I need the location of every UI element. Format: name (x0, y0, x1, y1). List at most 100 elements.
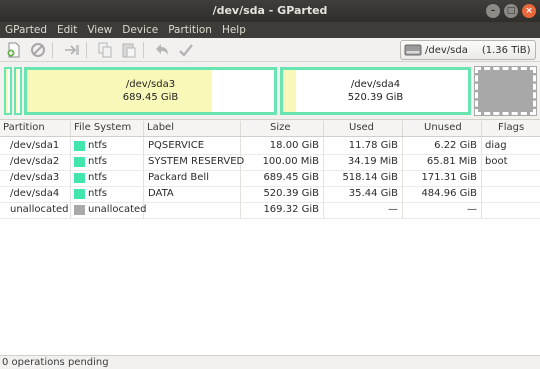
cell-size: 689.45 GiB (263, 172, 319, 183)
filesystem-color-swatch (74, 157, 85, 167)
delete-partition-button[interactable] (29, 41, 47, 59)
maximize-button[interactable]: □ (504, 4, 518, 18)
used-space-bar (6, 69, 9, 113)
used-space-bar (16, 69, 18, 113)
menu-bar: GParted Edit View Device Partition Help (0, 22, 540, 38)
partition-block-sda3[interactable]: /dev/sda3 689.45 GiB (24, 67, 277, 115)
menu-help[interactable]: Help (220, 22, 250, 38)
partition-block-sda1[interactable] (4, 67, 12, 115)
filesystem-color-swatch (74, 189, 85, 199)
minimize-button[interactable]: – (486, 4, 500, 18)
filesystem-color-swatch (74, 173, 85, 183)
column-separator (402, 121, 403, 136)
column-separator (70, 121, 71, 136)
column-header-used[interactable]: Used (349, 122, 374, 133)
cell-filesystem: ntfs (88, 172, 107, 183)
toolbar: /dev/sda (1.36 TiB) (0, 38, 540, 62)
column-header-filesystem[interactable]: File System (74, 122, 131, 133)
cell-unused: 484.96 GiB (421, 188, 477, 199)
cell-unused: 65.81 MiB (426, 156, 477, 167)
resize-move-button[interactable] (63, 41, 81, 59)
cell-flags: diag (485, 140, 507, 151)
table-row[interactable]: /dev/sda4 ntfs DATA 520.39 GiB 35.44 GiB… (0, 186, 540, 202)
unallocated-block[interactable] (474, 66, 537, 116)
cell-unused: 6.22 GiB (434, 140, 477, 151)
window-title: /dev/sda - GParted (212, 4, 328, 17)
new-document-icon (7, 42, 20, 58)
close-button[interactable]: × (522, 4, 536, 18)
cell-size: 100.00 MiB (262, 156, 319, 167)
partition-name: /dev/sda4 (350, 79, 401, 90)
cell-flags: boot (485, 156, 508, 167)
menu-partition[interactable]: Partition (166, 22, 216, 38)
toolbar-separator (143, 42, 144, 58)
cell-filesystem: unallocated (88, 204, 147, 215)
column-separator (143, 121, 144, 136)
partition-block-sda4[interactable]: /dev/sda4 520.39 GiB (280, 67, 471, 115)
partition-size: 520.39 GiB (347, 92, 404, 103)
copy-icon (98, 42, 112, 58)
column-header-partition[interactable]: Partition (3, 122, 45, 133)
device-size: (1.36 TiB) (481, 44, 531, 56)
copy-button[interactable] (96, 41, 114, 59)
partition-size: 689.45 GiB (122, 92, 179, 103)
partition-table: Partition File System Label Size Used Un… (0, 119, 540, 355)
cell-label: DATA (148, 188, 174, 199)
column-header-unused[interactable]: Unused (424, 122, 462, 133)
paste-button[interactable] (120, 41, 138, 59)
menu-gparted[interactable]: GParted (3, 22, 51, 38)
filesystem-color-swatch (74, 141, 85, 151)
partition-map: /dev/sda3 689.45 GiB /dev/sda4 520.39 Gi… (0, 64, 540, 116)
checkmark-icon (179, 44, 193, 57)
menu-view[interactable]: View (85, 22, 116, 38)
cell-size: 169.32 GiB (263, 204, 319, 215)
delete-icon (31, 43, 45, 57)
column-header-flags[interactable]: Flags (498, 122, 524, 133)
toolbar-separator (52, 42, 53, 58)
column-header-label[interactable]: Label (147, 122, 174, 133)
cell-partition: /dev/sda4 (10, 188, 60, 199)
cell-partition: /dev/sda3 (10, 172, 60, 183)
undo-button[interactable] (153, 41, 171, 59)
partition-block-sda2[interactable] (14, 67, 22, 115)
table-row[interactable]: /dev/sda3 ntfs Packard Bell 689.45 GiB 5… (0, 170, 540, 186)
new-partition-button[interactable] (5, 41, 23, 59)
table-row[interactable]: /dev/sda1 ntfs PQSERVICE 18.00 GiB 11.78… (0, 138, 540, 154)
apply-button[interactable] (177, 41, 195, 59)
cell-used: 35.44 GiB (348, 188, 398, 199)
column-separator (240, 121, 241, 136)
column-header-size[interactable]: Size (270, 122, 291, 133)
cell-size: 18.00 GiB (269, 140, 319, 151)
table-row[interactable]: unallocated unallocated 169.32 GiB — — (0, 202, 540, 218)
cell-used: 518.14 GiB (342, 172, 398, 183)
cell-filesystem: ntfs (88, 140, 107, 151)
table-row[interactable]: /dev/sda2 ntfs SYSTEM RESERVED 100.00 Mi… (0, 154, 540, 170)
cell-partition: /dev/sda1 (10, 140, 60, 151)
cell-label: PQSERVICE (148, 140, 205, 151)
cell-partition: unallocated (10, 204, 69, 215)
filesystem-color-swatch (74, 205, 85, 215)
cell-used: 11.78 GiB (348, 140, 398, 151)
resize-icon (65, 45, 79, 55)
column-separator (323, 121, 324, 136)
cell-partition: /dev/sda2 (10, 156, 60, 167)
device-selector[interactable]: /dev/sda (1.36 TiB) (400, 40, 536, 60)
partition-name: /dev/sda3 (125, 79, 176, 90)
cell-filesystem: ntfs (88, 156, 107, 167)
device-name: /dev/sda (425, 44, 468, 56)
undo-icon (156, 44, 168, 55)
cell-filesystem: ntfs (88, 188, 107, 199)
cell-used: 34.19 MiB (347, 156, 398, 167)
paste-icon (122, 43, 136, 58)
menu-edit[interactable]: Edit (55, 22, 81, 38)
status-bar: 0 operations pending (0, 355, 540, 369)
title-bar: /dev/sda - GParted – □ × (0, 0, 540, 22)
cell-used: — (388, 204, 398, 215)
hard-disk-icon (404, 44, 422, 56)
column-separator (481, 121, 482, 136)
menu-device[interactable]: Device (120, 22, 162, 38)
toolbar-separator (86, 42, 87, 58)
cell-size: 520.39 GiB (263, 188, 319, 199)
cell-unused: 171.31 GiB (421, 172, 477, 183)
cell-label: SYSTEM RESERVED (148, 156, 245, 167)
